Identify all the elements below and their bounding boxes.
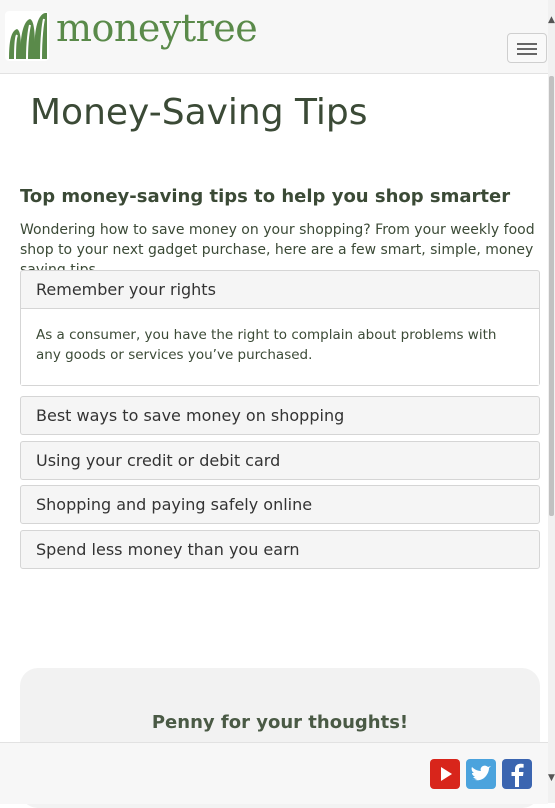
accordion-header-spend-less[interactable]: Spend less money than you earn (21, 531, 539, 568)
hamburger-menu-button[interactable] (507, 33, 547, 63)
accordion-header-best-ways[interactable]: Best ways to save money on shopping (21, 397, 539, 434)
accordion-item-best-ways: Best ways to save money on shopping (20, 396, 540, 435)
feedback-title: Penny for your thoughts! (151, 712, 409, 733)
youtube-icon[interactable] (430, 759, 460, 789)
accordion-item-credit-debit-card: Using your credit or debit card (20, 441, 540, 480)
facebook-icon[interactable] (502, 759, 532, 789)
accordion-item-spend-less: Spend less money than you earn (20, 530, 540, 569)
scrollbar-thumb[interactable] (549, 76, 554, 516)
accordion-header-paying-safely-online[interactable]: Shopping and paying safely online (21, 486, 539, 523)
brand-name[interactable]: moneytree (56, 6, 258, 50)
scroll-up-arrow-icon[interactable]: ▲ (548, 12, 555, 28)
scroll-down-arrow-icon[interactable]: ▼ (548, 770, 555, 786)
accordion-header-credit-debit-card[interactable]: Using your credit or debit card (21, 442, 539, 479)
social-footer (0, 742, 548, 804)
accordion-item-paying-safely-online: Shopping and paying safely online (20, 485, 540, 524)
twitter-icon[interactable] (466, 759, 496, 789)
hamburger-menu-icon (517, 43, 537, 45)
moneytree-logo-icon[interactable] (5, 11, 49, 61)
section-subheading: Top money-saving tips to help you shop s… (20, 186, 511, 207)
vertical-scrollbar[interactable]: ▲ ▼ (548, 0, 555, 803)
accordion-body-remember-your-rights: As a consumer, you have the right to com… (21, 309, 539, 385)
page-title: Money-Saving Tips (30, 92, 368, 133)
site-header: moneytree (0, 0, 548, 74)
accordion-item-remember-your-rights: Remember your rights As a consumer, you … (20, 270, 540, 386)
accordion-header-remember-your-rights[interactable]: Remember your rights (21, 271, 539, 309)
